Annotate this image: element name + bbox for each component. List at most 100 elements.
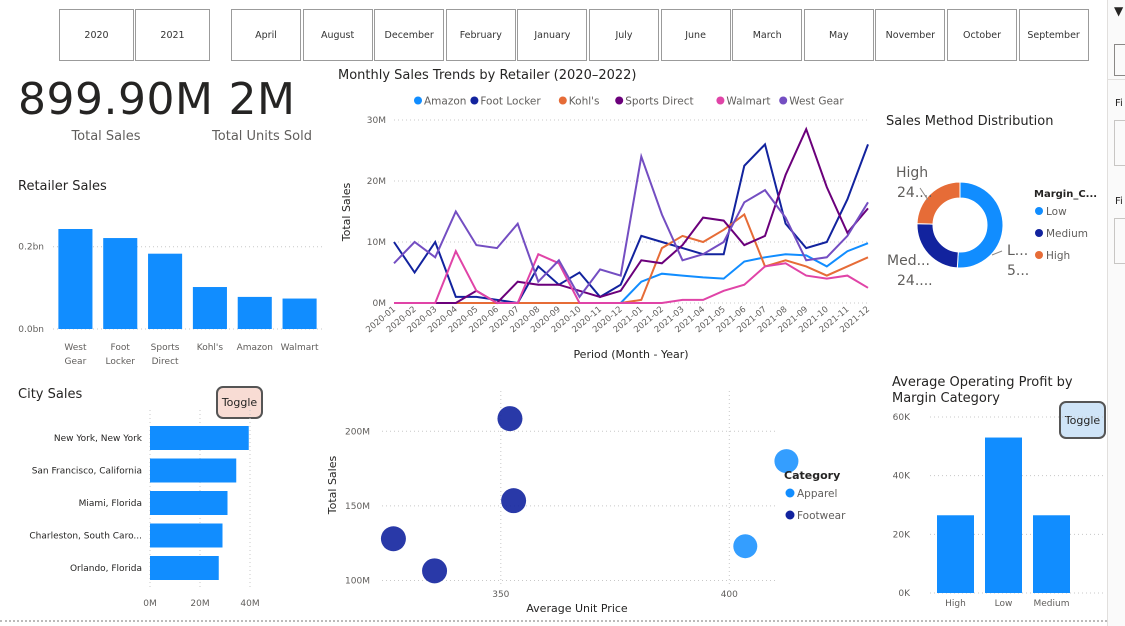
collapse-pane-icon[interactable]: ▼ — [1114, 4, 1123, 18]
legend-label: Low — [1046, 206, 1067, 218]
filter-search-field[interactable] — [1114, 44, 1125, 76]
legend-label: Footwear — [797, 510, 846, 522]
slicer-month-march[interactable]: March — [732, 9, 803, 61]
kpi-total-sales-value: 899.90M — [18, 74, 214, 125]
filter-card-2[interactable] — [1114, 218, 1125, 264]
data-label-medium-name: Med... — [887, 253, 930, 269]
y-tick-label: 0.2bn — [18, 243, 44, 253]
page-bottom-border — [0, 620, 1107, 622]
donut-title: Sales Method Distribution — [886, 114, 1054, 129]
y-tick-label: 0K — [898, 589, 911, 599]
data-label-low-name: L... — [1007, 243, 1028, 259]
slicer-month-december[interactable]: December — [374, 9, 445, 61]
slicer-month-february[interactable]: February — [445, 9, 516, 61]
bar-low — [985, 437, 1022, 593]
y-tick-label: 40K — [893, 472, 911, 482]
point-footwear — [422, 558, 448, 584]
bar-city — [150, 491, 228, 515]
legend-marker — [615, 96, 624, 105]
y-tick-label: San Francisco, California — [32, 467, 142, 477]
slicer-month-october[interactable]: October — [947, 9, 1017, 61]
city-sales-title: City Sales — [18, 387, 83, 402]
x-tick-label: Kohl's — [197, 343, 224, 353]
x-tick-label: Gear — [65, 357, 87, 367]
legend-label: Walmart — [726, 96, 770, 108]
kpi-total-sales-label: Total Sales — [71, 129, 141, 144]
bar-kohl-s — [192, 287, 227, 329]
x-tick-label: 400 — [721, 590, 738, 600]
slicer-year-2021[interactable]: 2021 — [135, 9, 210, 61]
y-tick-label: 0M — [373, 299, 387, 309]
city-sales-chart: 0M 20M 40M New York, New York San Francisco,… — [29, 410, 260, 609]
x-tick-label: Sports — [151, 343, 180, 353]
pane-divider — [1108, 79, 1125, 80]
data-label-high-name: High — [896, 165, 928, 181]
point-footwear — [501, 488, 527, 514]
y-tick-label: 20M — [367, 177, 386, 187]
legend-marker — [779, 96, 788, 105]
slicer-month-may[interactable]: May — [803, 9, 874, 61]
line-chart-title: Monthly Sales Trends by Retailer (2020–2… — [338, 68, 637, 83]
filter-card-1[interactable] — [1114, 120, 1125, 166]
slicer-month-april[interactable]: April — [231, 9, 301, 61]
bar-walmart — [282, 298, 317, 329]
legend-marker — [414, 96, 422, 105]
legend-title: Margin_C... — [1034, 189, 1097, 200]
y-tick-label: 100M — [345, 577, 370, 587]
y-tick-label: 30M — [367, 116, 386, 126]
legend-label: Medium — [1046, 228, 1088, 240]
op-profit-title: Average Operating Profit by Margin Categ… — [892, 375, 1073, 407]
slicer-month-january[interactable]: January — [517, 9, 588, 61]
x-tick-label: Walmart — [281, 343, 319, 353]
point-footwear — [497, 406, 523, 432]
kpi-total-units-label: Total Units Sold — [212, 129, 312, 144]
x-tick-label: High — [945, 599, 966, 609]
x-tick-label: 40M — [240, 599, 259, 609]
slicer-month-september[interactable]: September — [1018, 9, 1089, 61]
legend-marker — [470, 96, 479, 105]
point-footwear — [380, 526, 406, 552]
slicer-month-june[interactable]: June — [660, 9, 731, 61]
legend-marker — [785, 510, 795, 520]
legend-marker — [785, 488, 795, 498]
series-line-foot-locker — [393, 142, 869, 305]
filter-card-label-1: Fi — [1115, 98, 1123, 109]
slicer-month-july[interactable]: July — [589, 9, 659, 61]
bar-foot-locker — [103, 238, 138, 329]
y-tick-label: Orlando, Florida — [70, 564, 142, 574]
series-line-amazon — [394, 242, 869, 304]
point-apparel — [733, 534, 758, 559]
monthly-sales-line-chart: Amazon Foot Locker Kohl's Sports Direct Walm… — [340, 96, 872, 362]
retailer-sales-title: Retailer Sales — [18, 179, 107, 194]
bar-city — [150, 523, 223, 548]
slicer-year-2020[interactable]: 2020 — [59, 9, 134, 61]
x-tick-label: Direct — [152, 357, 179, 367]
y-tick-label: 150M — [345, 502, 370, 512]
slicer-month-november[interactable]: November — [875, 9, 946, 61]
y-axis-title: Total Sales — [340, 183, 353, 243]
y-axis-title: Total Sales — [326, 456, 339, 516]
legend-label: Apparel — [797, 488, 837, 500]
legend-marker — [716, 96, 725, 105]
bar-city — [150, 556, 219, 580]
x-tick-label: West — [64, 343, 87, 353]
slicer-month-august[interactable]: August — [302, 9, 373, 61]
data-label-medium-value: 24.... — [897, 273, 933, 289]
legend-label: Foot Locker — [480, 96, 541, 108]
filters-pane[interactable]: ▼ Fi Fi — [1107, 0, 1125, 626]
y-tick-label: 20K — [893, 530, 911, 540]
legend-marker — [1035, 229, 1043, 237]
legend-label: West Gear — [789, 96, 844, 108]
kpi-total-units-value: 2M — [228, 74, 296, 125]
x-axis-title: Period (Month - Year) — [573, 348, 688, 361]
legend-marker — [1035, 207, 1043, 215]
sales-method-donut: High24....Med...24....L...5...Margin_C..… — [887, 165, 1097, 289]
legend-label: Sports Direct — [625, 96, 693, 108]
x-tick-label: Locker — [106, 357, 136, 367]
legend-label: Amazon — [424, 96, 466, 108]
price-vs-sales-scatter: 100M 150M 200M 350 400 Average Unit Price Tota… — [326, 391, 846, 615]
donut-slice-low — [956, 181, 1004, 269]
legend-label: Kohl's — [569, 96, 600, 108]
op-profit-title-line-1: Average Operating Profit by — [892, 375, 1073, 390]
x-tick-label: 350 — [492, 590, 509, 600]
